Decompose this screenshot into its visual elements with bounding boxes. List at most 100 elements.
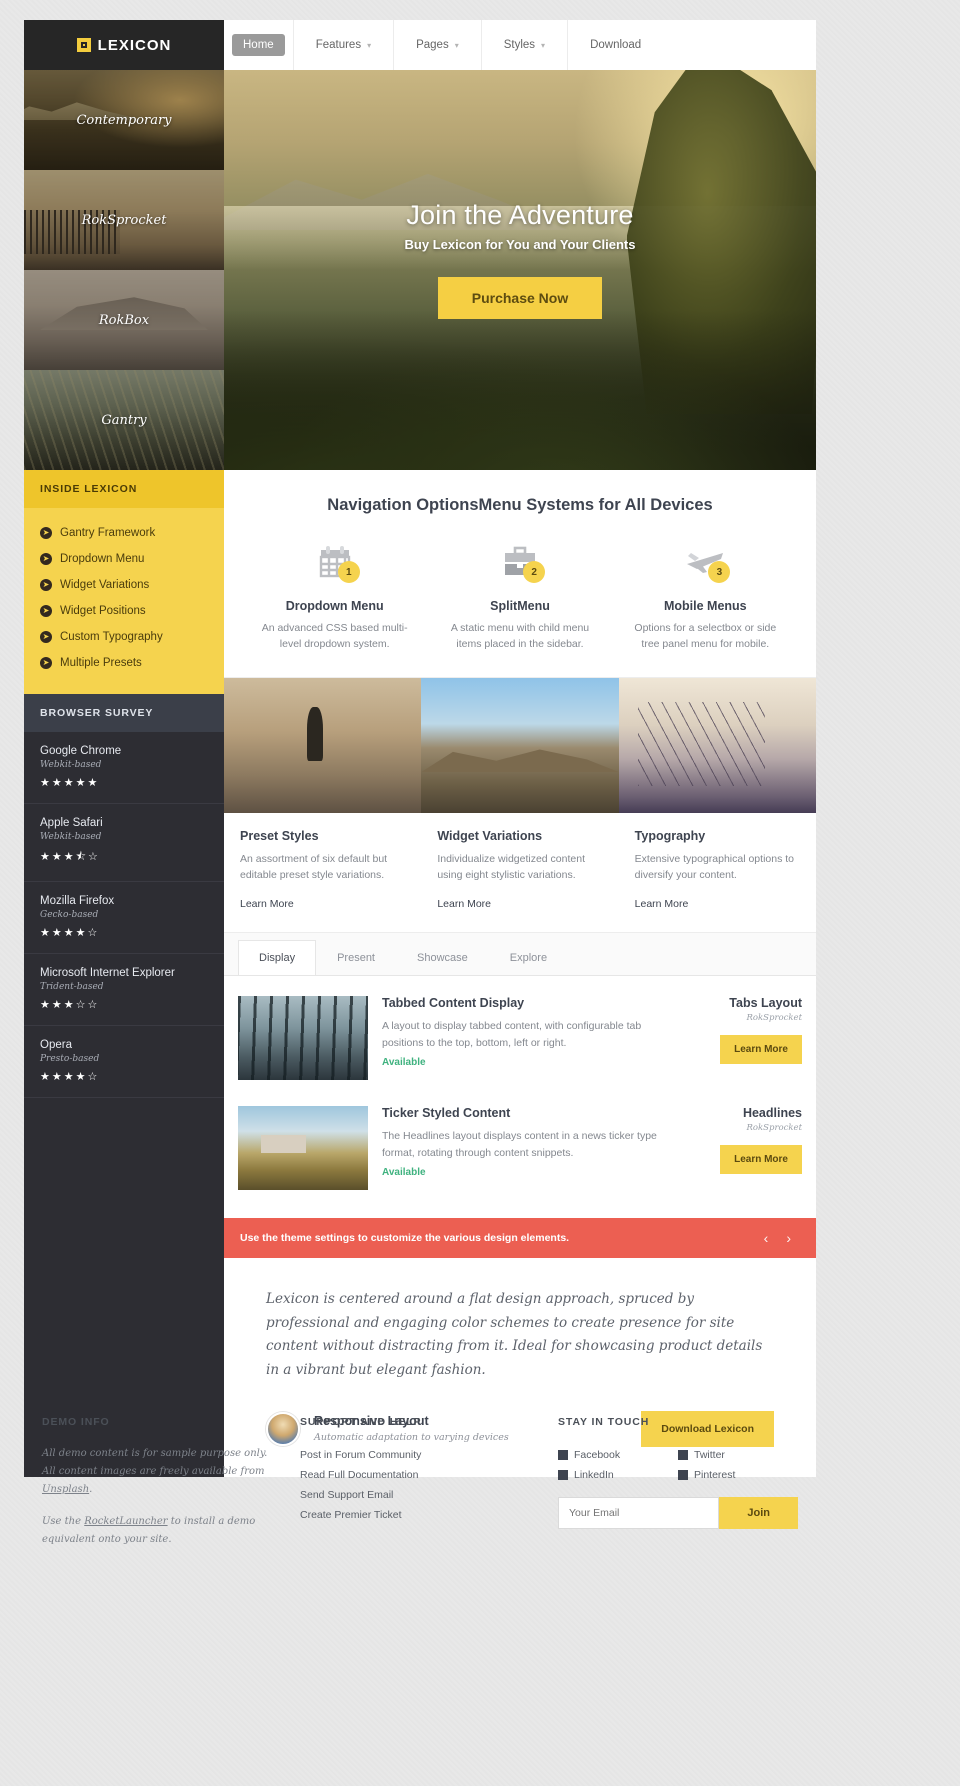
card-image [224, 677, 422, 813]
section-heading: Navigation OptionsMenu Systems for All D… [327, 496, 713, 514]
browser-name: Opera [40, 1039, 72, 1051]
rocketlauncher-link[interactable]: RocketLauncher [84, 1516, 167, 1527]
arrow-right-icon: ➤ [40, 631, 52, 643]
demo-text-d: Use the [42, 1516, 85, 1527]
nav-label: Features [315, 39, 362, 51]
row-status: Available [382, 1166, 426, 1178]
nav-item-styles[interactable]: Styles ▾ [482, 20, 569, 70]
row-side-title: Headlines [742, 1106, 802, 1121]
thumbnail-gantry[interactable]: Gantry [24, 370, 224, 470]
email-input[interactable] [558, 1497, 720, 1529]
card-title: Widget Variations [437, 828, 543, 843]
browser-name: Apple Safari [40, 817, 103, 829]
sidebar-item-multiple-presets[interactable]: ➤ Multiple Presets [40, 650, 208, 676]
facebook-icon [558, 1450, 568, 1460]
browser-engine: Webkit-based [40, 760, 102, 770]
join-button[interactable]: Join [719, 1497, 798, 1529]
row-learn-more-button[interactable]: Learn More [720, 1035, 802, 1065]
body-row: INSIDE LEXICON ➤ Gantry Framework ➤ Drop… [24, 470, 816, 1477]
tab-row-tabs-layout: Tabbed Content Display A layout to displ… [238, 990, 802, 1094]
logo[interactable]: LEXICON [24, 20, 224, 70]
feature-icon-wrap: 3 [627, 539, 784, 585]
thumbnail-rokbox[interactable]: RokBox [24, 270, 224, 370]
social-link-facebook[interactable]: Facebook [558, 1445, 678, 1465]
sidebar-item-label: Custom Typography [60, 631, 163, 643]
notice-next-icon[interactable]: › [777, 1230, 800, 1246]
thumbnail-contemporary[interactable]: Contemporary [24, 70, 224, 170]
feature-description: Options for a selectbox or side tree pan… [634, 622, 777, 651]
hero-subtitle: Buy Lexicon for You and Your Clients [404, 237, 636, 252]
rating-stars: ★★★★★ [40, 777, 100, 789]
row-title: Tabbed Content Display [382, 996, 525, 1011]
feature-icon-wrap: 1 [256, 539, 413, 585]
card-description: Extensive typographical options to diver… [634, 852, 795, 882]
feature-badge: 2 [523, 561, 546, 583]
nav-item-pages[interactable]: Pages ▾ [394, 20, 482, 70]
row-description: A layout to display tabbed content, with… [382, 1020, 642, 1049]
survey-row-safari: Apple Safari Webkit-based ★★★⯪☆ [24, 804, 224, 882]
sidebar-item-custom-typography[interactable]: ➤ Custom Typography [40, 624, 208, 650]
hero-content: Join the Adventure Buy Lexicon for You a… [224, 200, 816, 319]
sidebar-item-label: Multiple Presets [60, 657, 142, 669]
browser-survey-title: BROWSER SURVEY [24, 694, 224, 732]
thumbnail-label: RokBox [98, 312, 150, 328]
social-links: Facebook Twitter LinkedIn Pinterest [558, 1445, 798, 1485]
learn-more-link[interactable]: Learn More [437, 898, 491, 910]
thumbnail-roksprocket[interactable]: RokSprocket [24, 170, 224, 270]
sidebar-item-dropdown-menu[interactable]: ➤ Dropdown Menu [40, 546, 208, 572]
thumbnail-label: Contemporary [76, 112, 172, 128]
twitter-icon [678, 1450, 688, 1460]
notice-prev-icon[interactable]: ‹ [755, 1230, 778, 1246]
tab-present[interactable]: Present [316, 940, 396, 975]
row-art [261, 1134, 306, 1154]
subscribe-form: Join [558, 1497, 798, 1529]
sidebar-item-gantry-framework[interactable]: ➤ Gantry Framework [40, 520, 208, 546]
purchase-now-button[interactable]: Purchase Now [437, 277, 603, 319]
social-link-twitter[interactable]: Twitter [678, 1445, 798, 1465]
nav-item-download[interactable]: Download [568, 20, 663, 70]
rating-stars: ★★★★☆ [40, 1071, 100, 1083]
social-link-pinterest[interactable]: Pinterest [678, 1465, 798, 1485]
footer-link-documentation[interactable]: Read Full Documentation [300, 1465, 540, 1485]
feature-cards: Preset Styles An assortment of six defau… [224, 676, 816, 933]
social-link-linkedin[interactable]: LinkedIn [558, 1465, 678, 1485]
row-main: Tabbed Content Display A layout to displ… [382, 996, 676, 1068]
nav-item-features[interactable]: Features ▾ [294, 20, 395, 70]
row-learn-more-button[interactable]: Learn More [720, 1145, 802, 1175]
card-title: Preset Styles [240, 828, 319, 843]
site-header: LEXICON Home Features ▾ Pages ▾ Styles ▾ [24, 20, 816, 70]
row-side-subtitle: RokSprocket [746, 1013, 802, 1024]
browser-engine: Trident-based [40, 982, 104, 992]
tab-display[interactable]: Display [238, 940, 317, 976]
linkedin-icon [558, 1470, 568, 1480]
arrow-right-icon: ➤ [40, 579, 52, 591]
unsplash-link[interactable]: Unsplash [42, 1484, 89, 1495]
arrow-right-icon: ➤ [40, 527, 52, 539]
rating-stars: ★★★★☆ [40, 927, 100, 939]
hero-row: Contemporary RokSprocket RokBox Gantry J… [24, 70, 816, 470]
sidebar-item-widget-positions[interactable]: ➤ Widget Positions [40, 598, 208, 624]
learn-more-link[interactable]: Learn More [635, 898, 689, 910]
navigation-options-section: Navigation OptionsMenu Systems for All D… [224, 470, 816, 677]
card-description: An assortment of six default but editabl… [240, 852, 388, 882]
sidebar-inside-links: ➤ Gantry Framework ➤ Dropdown Menu ➤ Wid… [24, 508, 224, 694]
footer-heading: DEMO INFO [42, 1416, 110, 1428]
chevron-down-icon: ▾ [454, 40, 459, 50]
social-label: LinkedIn [574, 1469, 614, 1481]
sidebar-item-widget-variations[interactable]: ➤ Widget Variations [40, 572, 208, 598]
footer-link-premier-ticket[interactable]: Create Premier Ticket [300, 1505, 540, 1525]
arrow-right-icon: ➤ [40, 605, 52, 617]
row-side-title: Tabs Layout [729, 996, 802, 1011]
card-body: Typography Extensive typographical optio… [619, 813, 816, 933]
site-footer: DEMO INFO All demo content is for sample… [24, 1386, 816, 1573]
hero-title: Join the Adventure [406, 200, 634, 230]
card-description: Individualize widgetized content using e… [437, 852, 586, 882]
tab-explore[interactable]: Explore [489, 940, 568, 975]
footer-link-support-email[interactable]: Send Support Email [300, 1485, 540, 1505]
feature-title: Dropdown Menu [285, 599, 384, 613]
learn-more-link[interactable]: Learn More [240, 898, 294, 910]
footer-link-forum[interactable]: Post in Forum Community [300, 1445, 540, 1465]
tab-showcase[interactable]: Showcase [396, 940, 489, 975]
browser-engine: Gecko-based [40, 910, 99, 920]
nav-item-home[interactable]: Home [224, 20, 294, 70]
